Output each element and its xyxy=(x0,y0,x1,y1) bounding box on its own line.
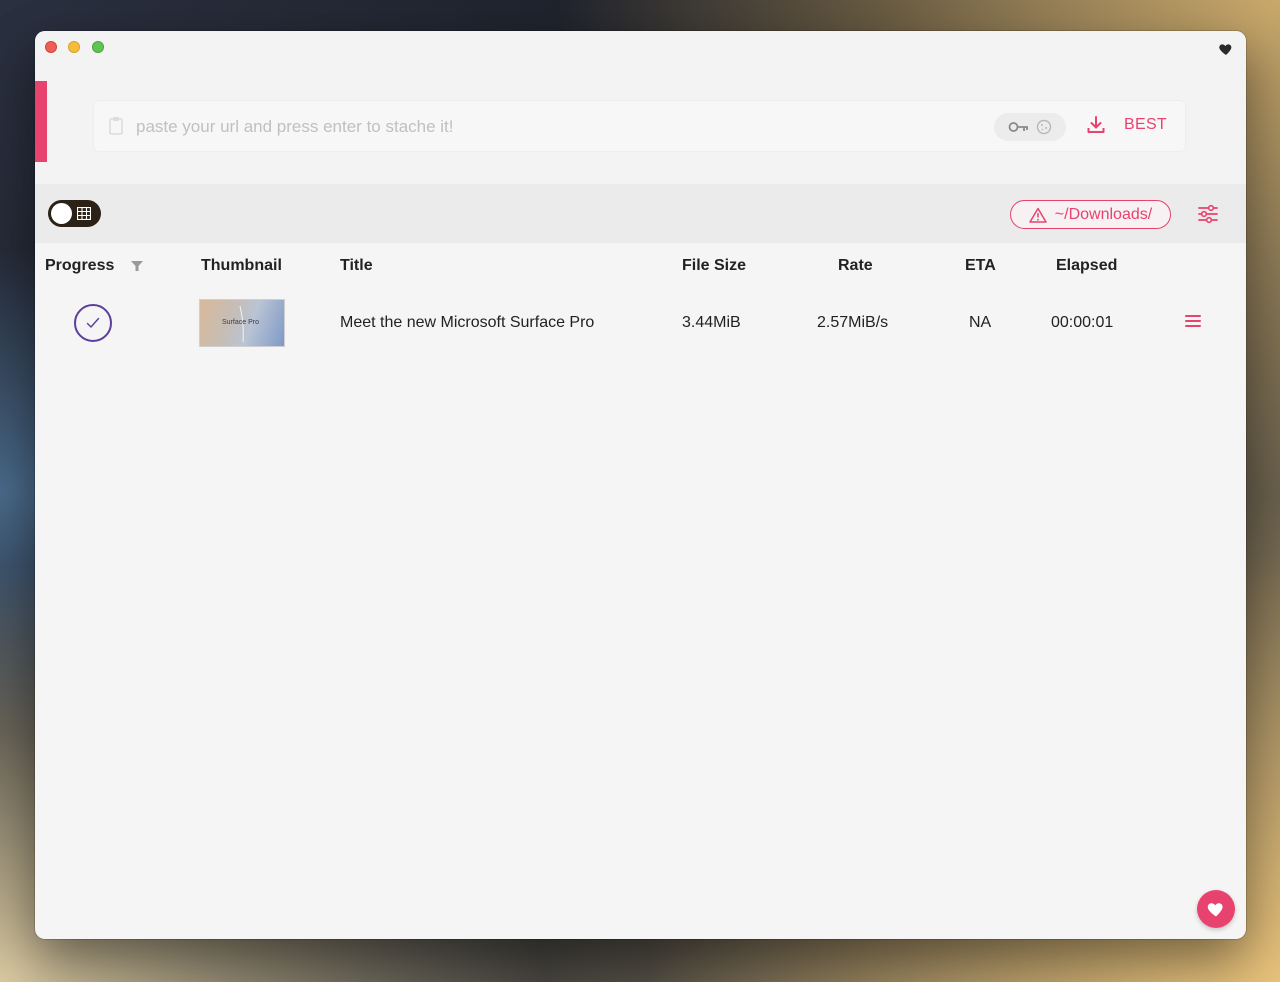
quality-selector[interactable]: BEST xyxy=(1124,116,1167,134)
progress-complete-indicator xyxy=(74,304,112,342)
download-directory-button[interactable]: ~/Downloads/ xyxy=(1010,200,1171,229)
download-icon[interactable] xyxy=(1086,115,1106,135)
maximize-window-button[interactable] xyxy=(92,41,104,53)
header-thumbnail[interactable]: Thumbnail xyxy=(201,257,282,275)
menu-icon[interactable] xyxy=(1185,314,1201,328)
filter-icon[interactable] xyxy=(130,260,144,272)
url-input-container: BEST xyxy=(93,100,1186,152)
checkmark-icon xyxy=(86,317,100,328)
row-elapsed: 00:00:01 xyxy=(1051,314,1114,331)
toggle-knob xyxy=(51,203,72,224)
header-eta[interactable]: ETA xyxy=(965,257,996,275)
minimize-window-button[interactable] xyxy=(68,41,80,53)
warning-icon xyxy=(1029,207,1047,223)
clipboard-icon[interactable] xyxy=(108,116,124,136)
accent-bar xyxy=(35,81,47,162)
url-input[interactable] xyxy=(136,115,956,139)
header-file-size[interactable]: File Size xyxy=(682,257,746,275)
close-window-button[interactable] xyxy=(45,41,57,53)
cookie-icon[interactable] xyxy=(1036,119,1052,135)
title-bar xyxy=(35,31,1246,67)
thumbnail-text: Surface Pro xyxy=(222,319,259,326)
row-file-size: 3.44MiB xyxy=(682,314,741,331)
row-rate: 2.57MiB/s xyxy=(817,314,889,331)
row-eta: NA xyxy=(969,314,992,331)
download-directory-label: ~/Downloads/ xyxy=(1054,205,1153,223)
sliders-icon[interactable] xyxy=(1197,203,1219,225)
header-progress[interactable]: Progress xyxy=(45,257,114,275)
view-mode-toggle[interactable] xyxy=(48,200,101,227)
url-section: BEST xyxy=(35,67,1246,184)
heart-icon xyxy=(1207,903,1223,917)
header-elapsed[interactable]: Elapsed xyxy=(1056,257,1117,275)
toolbar: ~/Downloads/ xyxy=(35,184,1246,243)
support-heart-button[interactable] xyxy=(1197,890,1235,928)
app-window: BEST ~/Downloads/ Progress xyxy=(35,31,1246,939)
video-thumbnail[interactable]: Surface Pro xyxy=(199,299,285,347)
key-icon[interactable] xyxy=(1008,119,1030,135)
auth-options-pill xyxy=(994,113,1066,141)
heart-icon[interactable] xyxy=(1218,41,1234,57)
row-title: Meet the new Microsoft Surface Pro xyxy=(340,314,595,331)
header-title[interactable]: Title xyxy=(340,257,373,275)
header-rate[interactable]: Rate xyxy=(838,257,873,275)
grid-icon xyxy=(77,207,91,220)
table-row[interactable]: Surface Pro Meet the new Microsoft Surfa… xyxy=(35,297,1246,349)
